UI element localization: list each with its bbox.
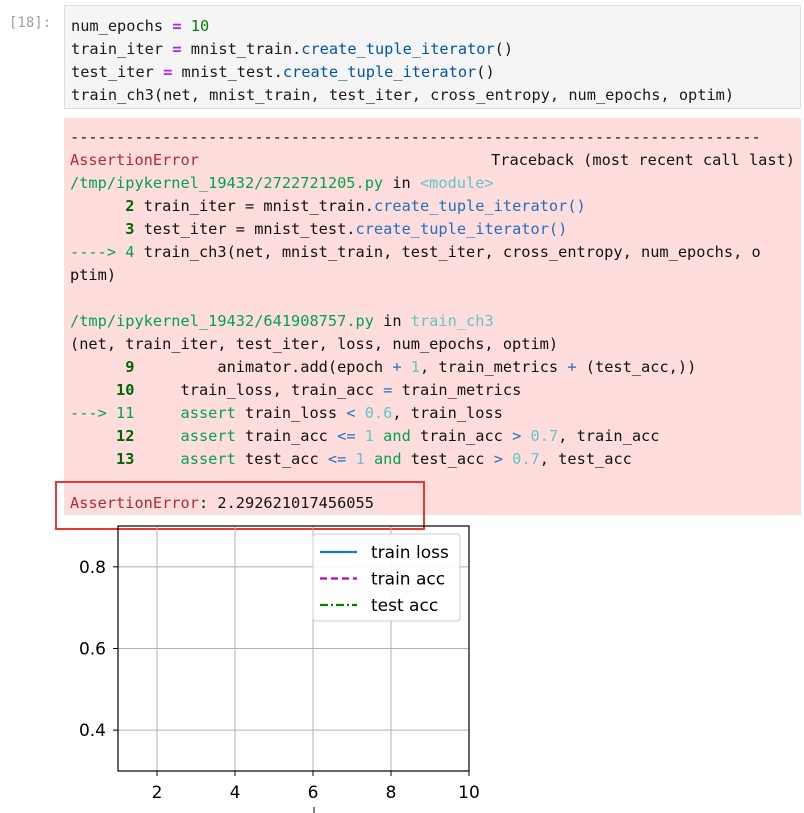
traceback-line: 2 train_iter = mnist_train.create_tuple_… [70,197,586,215]
x-tick-label: 2 [152,783,163,803]
y-tick-label: 0.4 [79,721,106,741]
x-tick-label: 10 [458,783,480,803]
traceback-line: 9 animator.add(epoch + 1, train_metrics … [70,358,697,376]
traceback-file-2: /tmp/ipykernel_19432/641908757.py in tra… [70,312,494,330]
traceback-line: 10 train_loss, train_acc = train_metrics [70,381,522,399]
cell-prompt: [18]: [9,15,52,31]
traceback-error-line: ---> 11 assert train_loss < 0.6, train_l… [70,404,503,422]
x-tick-label: 8 [386,783,397,803]
traceback-header: AssertionError Traceback (most recent cal… [70,151,795,169]
x-tick-label: 6 [308,783,319,803]
traceback-line: 13 assert test_acc <= 1 and test_acc > 0… [70,450,632,468]
x-tick-label: 4 [230,783,241,803]
traceback-error-line: ----> 4 train_ch3(net, mnist_train, test… [70,243,761,261]
training-chart: 2 4 6 8 10 0.8 0.6 0.4 train loss train acc test … [79,525,480,813]
code-line-1: num_epochs = 10 [71,17,210,35]
error-output: ----------------------------------------… [64,118,801,515]
y-tick-label: 0.6 [79,640,106,660]
traceback-signature: (net, train_iter, test_iter, loss, num_e… [70,335,559,353]
code-input-cell[interactable]: num_epochs = 10 train_iter = mnist_train… [64,5,801,109]
chart-legend: train loss train acc test acc [312,533,461,622]
code-line-2: train_iter = mnist_train.create_tuple_it… [71,40,514,58]
y-tick-label: 0.8 [79,558,106,578]
code-line-4: train_ch3(net, mnist_train, test_iter, c… [71,86,735,104]
traceback-line: 12 assert train_acc <= 1 and train_acc >… [70,427,660,445]
code-line-3: test_iter = mnist_test.create_tuple_iter… [71,63,495,81]
legend-label: train acc [371,570,445,590]
traceback-wrap: ptim) [70,266,117,284]
legend-label: test acc [371,596,438,616]
traceback-line: 3 test_iter = mnist_test.create_tuple_it… [70,220,568,238]
legend-label: train loss [371,543,449,563]
traceback-dashes: ----------------------------------------… [70,128,761,146]
traceback-file-1: /tmp/ipykernel_19432/2722721205.py in <m… [70,174,494,192]
